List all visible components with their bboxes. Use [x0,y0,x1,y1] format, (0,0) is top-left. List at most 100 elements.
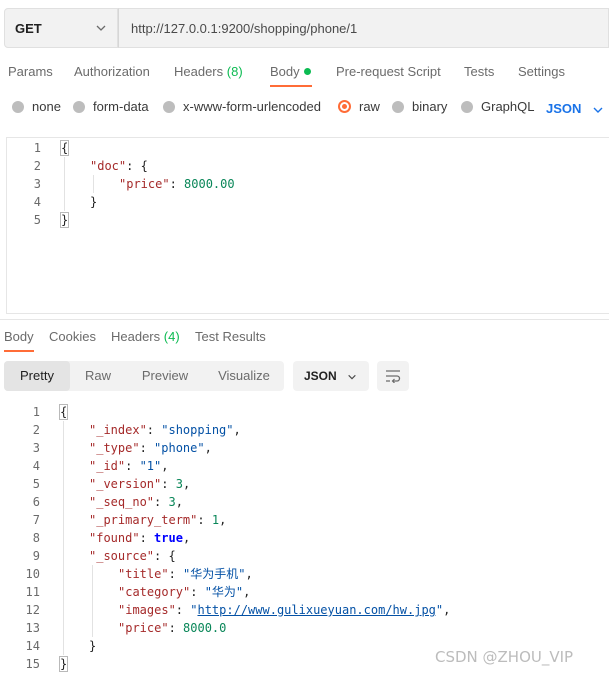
tab-response-headers[interactable]: Headers (4) [111,329,180,344]
radio-label: none [32,99,61,114]
url-bar: GET http://127.0.0.1:9200/shopping/phone… [4,8,609,48]
tab-pre-request-script[interactable]: Pre-request Script [336,64,441,79]
tab-headers[interactable]: Headers (8) [174,64,243,79]
tab-authorization[interactable]: Authorization [74,64,150,79]
json-key: "found" [89,531,140,545]
punct: , [245,567,253,581]
code-line: 5} [7,211,607,229]
code-line: 4 "_id": "1", [6,457,606,475]
radio-none[interactable]: none [12,99,61,114]
json-string: "shopping" [161,423,234,437]
code-text: "doc": { [90,157,148,175]
punct: : [168,621,184,635]
json-key: "_type" [89,441,140,455]
json-string: "1" [139,459,162,473]
tab-test-results[interactable]: Test Results [195,329,266,344]
punct: : [175,603,191,617]
code-text: "category": "华为", [118,583,250,601]
body-indicator-dot [303,68,311,75]
radio-circle-selected [338,100,351,113]
chevron-down-icon [348,374,356,380]
code-text: "_seq_no": 3, [89,493,183,511]
punct: , [204,441,212,455]
code-text: } [58,655,69,673]
method-select[interactable]: GET [4,8,118,48]
brace: { [58,404,69,420]
radio-form-data[interactable]: form-data [73,99,149,114]
view-preview[interactable]: Preview [126,361,204,391]
line-number: 15 [25,657,40,671]
code-line: 6 "_seq_no": 3, [6,493,606,511]
view-mode-toolbar: Pretty Raw Preview Visualize [4,361,284,391]
json-key: "price" [118,621,169,635]
code-line: 8 "found": true, [6,529,606,547]
json-number: 8000.00 [184,177,235,191]
json-key: "_source" [89,549,155,563]
tab-body[interactable]: Body [270,64,311,79]
brace: } [59,212,70,228]
view-visualize[interactable]: Visualize [204,361,284,391]
json-key: "_version" [89,477,162,491]
url-text: http://127.0.0.1:9200/shopping/phone/1 [131,20,358,36]
json-key: "_seq_no" [89,495,155,509]
radio-graphql[interactable]: GraphQL [461,99,534,114]
tab-settings[interactable]: Settings [518,64,565,79]
indent-guide [63,421,64,655]
url-input[interactable]: http://127.0.0.1:9200/shopping/phone/1 [118,8,609,48]
json-key: "title" [118,567,169,581]
radio-x-www-form-urlencoded[interactable]: x-www-form-urlencoded [163,99,321,114]
code-line: 4} [7,193,607,211]
code-line: 2 "_index": "shopping", [6,421,606,439]
code-line: 12 "images": "http://www.gulixueyuan.com/… [6,601,606,619]
punct: , [443,603,451,617]
wrap-lines-button[interactable] [377,361,409,391]
tab-tests[interactable]: Tests [464,64,494,79]
punct: : [146,423,162,437]
response-body-viewer[interactable]: 1{ 2 "_index": "shopping", 3 "_type": "pho… [6,402,609,672]
code-text: "_type": "phone", [89,439,212,457]
code-text: } [90,195,98,209]
line-number: 1 [33,141,41,155]
punct: , [175,495,183,509]
tab-body-label: Body [270,64,300,79]
json-key: "_primary_term" [89,513,198,527]
line-number: 4 [33,195,41,209]
view-raw[interactable]: Raw [70,361,126,391]
radio-binary[interactable]: binary [392,99,447,114]
active-tab-underline [4,350,34,352]
chevron-down-icon[interactable] [592,104,604,116]
line-number: 3 [32,441,40,455]
code-text: "price": 8000.0 [118,619,226,637]
code-text: "_index": "shopping", [89,421,241,439]
code-text: { [59,139,70,157]
code-line: 3 "price": 8000.00 [7,175,607,193]
punct: , [243,585,251,599]
radio-circle [461,100,473,113]
punct: , [182,477,191,491]
request-body-editor[interactable]: 1{ 2 "doc": { 3 "price": 8000.00 4} 5} [6,137,609,314]
wrap-lines-icon [386,370,401,383]
chevron-down-icon [96,25,106,31]
json-url-link[interactable]: http://www.gulixueyuan.com/hw.jpg [197,603,435,617]
radio-circle [12,100,24,113]
tab-response-body[interactable]: Body [4,329,34,344]
pane-divider[interactable] [0,319,609,320]
response-format-select[interactable]: JSON [293,361,369,391]
code-text: "_version": 3, [89,475,190,493]
tab-cookies[interactable]: Cookies [49,329,96,344]
raw-format-select[interactable]: JSON [546,101,581,116]
radio-label: form-data [93,99,149,114]
active-tab-underline [270,85,312,87]
punct: : [168,567,184,581]
tab-params[interactable]: Params [8,64,53,79]
radio-circle [392,100,404,113]
code-line: 13 "price": 8000.0 [6,619,606,637]
view-pretty[interactable]: Pretty [4,361,70,391]
json-number: 3 [168,495,176,509]
code-text: } [89,639,97,653]
radio-raw[interactable]: raw [338,99,380,114]
punct: : [125,459,140,473]
json-string: "phone" [154,441,205,455]
tab-headers-count: (8) [226,64,243,79]
line-number: 4 [32,459,40,473]
